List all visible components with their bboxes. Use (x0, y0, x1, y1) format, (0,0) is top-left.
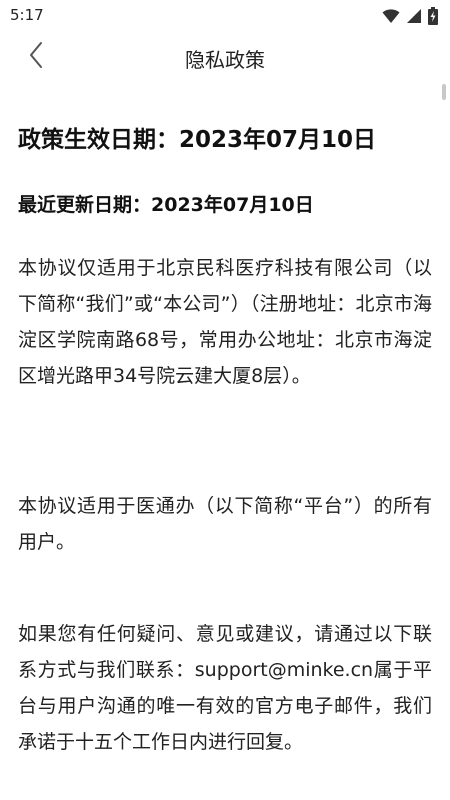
paragraph-scope: 本协议适用于医通办（以下简称“平台”）的所有用户。 (18, 495, 432, 553)
status-time: 5:17 (10, 6, 44, 24)
battery-charging-icon (428, 7, 438, 29)
status-bar: 5:17 (0, 0, 450, 32)
policy-content[interactable]: 政策生效日期：2023年07月10日 最近更新日期：2023年07月10日 本协… (0, 84, 450, 800)
page-title: 隐私政策 (185, 48, 265, 72)
status-icons (382, 7, 438, 29)
paragraph-company: 本协议仅适用于北京民科医疗科技有限公司（以下简称“我们”或“本公司”）（注册地址… (18, 257, 432, 387)
signal-icon (406, 8, 422, 28)
effective-date-heading: 政策生效日期：2023年07月10日 (18, 127, 377, 153)
paragraph-contact: 如果您有任何疑问、意见或建议，请通过以下联系方式与我们联系：support@mi… (18, 623, 432, 753)
updated-date-heading: 最近更新日期：2023年07月10日 (18, 194, 314, 216)
wifi-icon (382, 8, 400, 28)
app-bar: 隐私政策 (0, 32, 450, 82)
